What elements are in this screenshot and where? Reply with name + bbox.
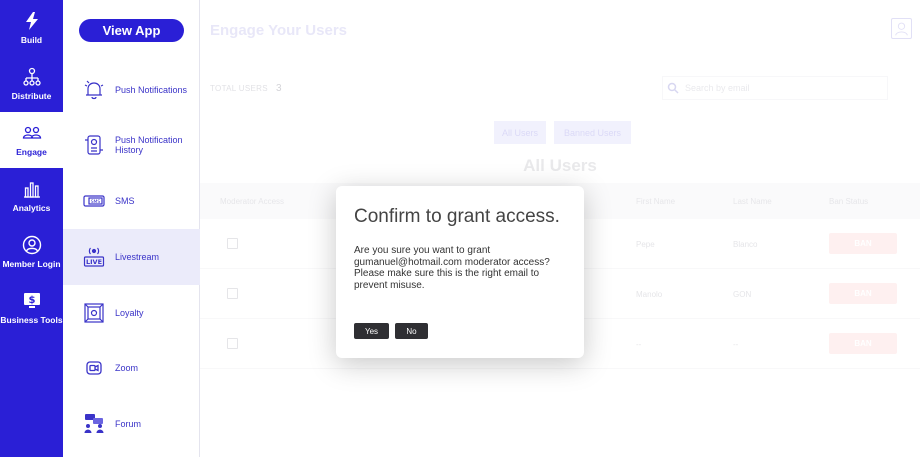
dialog-title: Confirm to grant access. xyxy=(354,206,560,227)
subnav-item-label: SMS xyxy=(115,196,135,206)
bar-chart-icon xyxy=(23,182,40,198)
history-icon xyxy=(85,135,103,155)
user-circle-icon xyxy=(22,235,41,255)
no-button[interactable]: No xyxy=(395,323,428,339)
rail-item-engage[interactable]: Engage xyxy=(0,112,63,168)
rail-item-label: Business Tools xyxy=(0,315,63,325)
rail-item-business-tools[interactable]: $ Business Tools xyxy=(0,280,63,336)
subnav-item-loyalty[interactable]: Loyalty xyxy=(63,285,200,341)
view-app-button[interactable]: View App xyxy=(79,19,184,42)
secondary-sidebar: View App Push Notifications Push Notific… xyxy=(63,0,200,457)
subnav-item-sms[interactable]: SMS SMS xyxy=(63,173,200,229)
yes-button[interactable]: Yes xyxy=(354,323,389,339)
users-icon xyxy=(22,126,41,139)
forum-icon xyxy=(84,414,104,433)
sms-icon: SMS xyxy=(83,195,105,207)
subnav-item-label: Push Notification History xyxy=(115,135,183,155)
subnav-item-label: Push Notifications xyxy=(115,85,188,95)
rail-item-member-login[interactable]: Member Login xyxy=(0,224,63,280)
rail-item-label: Distribute xyxy=(11,91,52,101)
rail-item-label: Build xyxy=(20,35,43,45)
bell-icon xyxy=(84,80,104,100)
rail-item-analytics[interactable]: Analytics xyxy=(0,168,63,224)
app-root: Build Distribute Engage Analytics Member… xyxy=(0,0,920,457)
rail-item-build[interactable]: Build xyxy=(0,0,63,56)
live-icon: LIVE xyxy=(83,247,105,267)
subnav-item-label: Loyalty xyxy=(115,308,144,318)
rail-item-label: Member Login xyxy=(2,259,61,269)
subnav-item-push-notifications[interactable]: Push Notifications xyxy=(63,62,200,118)
subnav-item-livestream[interactable]: LIVE Livestream xyxy=(63,229,200,285)
subnav-item-push-notification-history[interactable]: Push Notification History xyxy=(63,117,200,173)
lightning-icon xyxy=(25,12,38,30)
zoom-icon xyxy=(86,361,102,375)
subnav-item-label: Livestream xyxy=(115,252,160,262)
svg-text:LIVE: LIVE xyxy=(86,258,102,266)
rail-item-label: Engage xyxy=(16,147,47,157)
confirm-dialog: Confirm to grant access. Are you sure yo… xyxy=(336,186,584,358)
subnav-item-label: Forum xyxy=(115,419,142,429)
svg-text:$: $ xyxy=(28,295,35,306)
network-icon xyxy=(22,67,41,86)
rail-item-label: Analytics xyxy=(12,203,51,213)
dialog-message: Are you sure you want to grant gumanuel@… xyxy=(354,245,550,291)
subnav-item-label: Zoom xyxy=(115,363,139,373)
subnav-item-forum[interactable]: Forum xyxy=(63,396,200,452)
loyalty-icon xyxy=(84,303,104,323)
svg-text:SMS: SMS xyxy=(91,199,101,205)
monitor-dollar-icon: $ xyxy=(23,293,40,308)
subnav-item-zoom[interactable]: Zoom xyxy=(63,340,200,396)
rail-item-distribute[interactable]: Distribute xyxy=(0,56,63,112)
primary-sidebar: Build Distribute Engage Analytics Member… xyxy=(0,0,63,457)
